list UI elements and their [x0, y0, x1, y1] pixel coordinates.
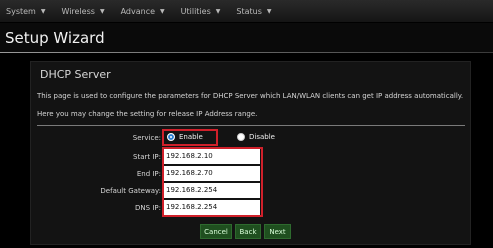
dhcp-server-panel: DHCP Server This page is used to configu…: [30, 61, 471, 245]
nav-status-label: Status: [236, 6, 262, 16]
chevron-down-icon: ▼: [215, 7, 221, 15]
nav-advance-label: Advance: [120, 6, 156, 16]
service-disable-label: Disable: [249, 133, 275, 141]
default-gateway-input[interactable]: 192.168.2.254: [164, 183, 260, 198]
title-divider: [0, 52, 493, 53]
back-button[interactable]: Back: [235, 224, 261, 239]
service-disable-option[interactable]: Disable: [237, 133, 275, 141]
section-description: This page is used to configure the param…: [37, 92, 464, 118]
nav-wireless[interactable]: Wireless ▼: [61, 7, 104, 16]
section-title: DHCP Server: [40, 68, 111, 81]
service-enable-option[interactable]: Enable: [167, 133, 203, 141]
page-title-bar: Setup Wizard: [0, 23, 493, 53]
nav-utilities-label: Utilities: [180, 6, 211, 16]
cancel-button[interactable]: Cancel: [200, 224, 232, 239]
nav-wireless-label: Wireless: [61, 6, 95, 16]
end-ip-input[interactable]: 192.168.2.70: [164, 166, 260, 181]
start-ip-input[interactable]: 192.168.2.10: [164, 149, 260, 164]
chevron-down-icon: ▼: [266, 7, 272, 15]
end-ip-label: End IP:: [136, 170, 161, 178]
nav-system-label: System: [6, 6, 36, 16]
nav-utilities[interactable]: Utilities ▼: [181, 7, 221, 16]
nav-system[interactable]: System ▼: [6, 7, 45, 16]
chevron-down-icon: ▼: [40, 7, 46, 15]
service-enable-label: Enable: [179, 133, 203, 141]
default-gateway-label: Default Gateway:: [100, 187, 161, 195]
next-button[interactable]: Next: [264, 224, 291, 239]
service-label: Service:: [132, 134, 161, 142]
start-ip-label: Start IP:: [133, 153, 161, 161]
top-navigation-bar: System ▼ Wireless ▼ Advance ▼ Utilities …: [0, 0, 493, 22]
dns-ip-input[interactable]: 192.168.2.254: [164, 200, 260, 215]
radio-disable[interactable]: [237, 133, 245, 141]
section-divider: [37, 125, 465, 126]
nav-advance[interactable]: Advance ▼: [121, 7, 165, 16]
dns-ip-label: DNS IP:: [135, 204, 161, 212]
chevron-down-icon: ▼: [99, 7, 105, 15]
page-title: Setup Wizard: [5, 29, 105, 47]
chevron-down-icon: ▼: [160, 7, 165, 15]
nav-status[interactable]: Status ▼: [236, 7, 271, 16]
radio-enable[interactable]: [167, 133, 175, 141]
